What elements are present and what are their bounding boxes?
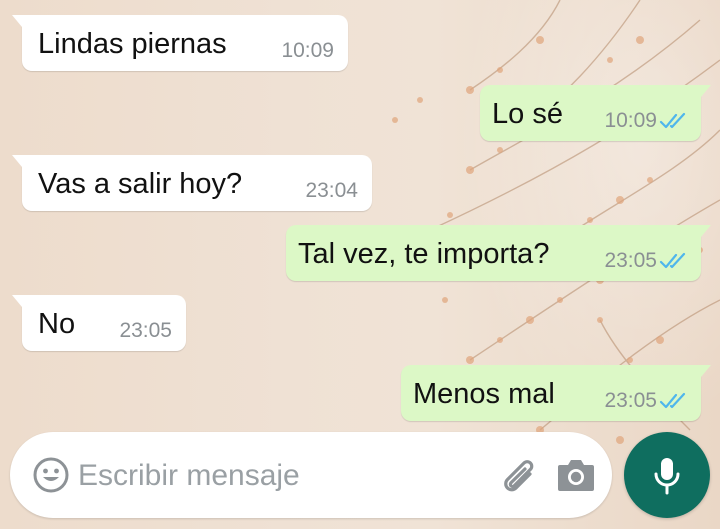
message-time: 23:04 [305,179,358,202]
message-text: Tal vez, te importa? [298,238,550,270]
message-text: Menos mal [413,378,555,410]
incoming-message[interactable]: Lindas piernas 10:09 [12,15,348,71]
message-time: 10:09 [281,39,334,62]
message-time: 10:09 [604,109,657,132]
outgoing-message[interactable]: Lo sé 10:09 [480,85,711,141]
message-input[interactable] [78,458,468,494]
message-composer [10,432,612,518]
message-text: Lo sé [492,98,563,130]
message-time: 23:05 [604,389,657,412]
microphone-icon [654,458,680,495]
message-text: No [38,308,76,340]
message-text: Lindas piernas [38,28,227,60]
incoming-message[interactable]: No 23:05 [12,295,186,351]
read-receipt-icon [659,392,686,409]
read-receipt-icon [659,112,686,129]
message-time: 23:05 [604,249,657,272]
incoming-message[interactable]: Vas a salir hoy? 23:04 [12,155,372,211]
camera-icon[interactable] [556,456,596,494]
voice-record-button[interactable] [624,432,710,518]
message-time: 23:05 [119,319,172,342]
emoji-icon[interactable] [32,456,70,494]
paperclip-icon[interactable] [496,454,540,498]
message-text: Vas a salir hoy? [38,168,243,200]
read-receipt-icon [659,252,686,269]
outgoing-message[interactable]: Menos mal 23:05 [401,365,711,421]
outgoing-message[interactable]: Tal vez, te importa? 23:05 [286,225,711,281]
